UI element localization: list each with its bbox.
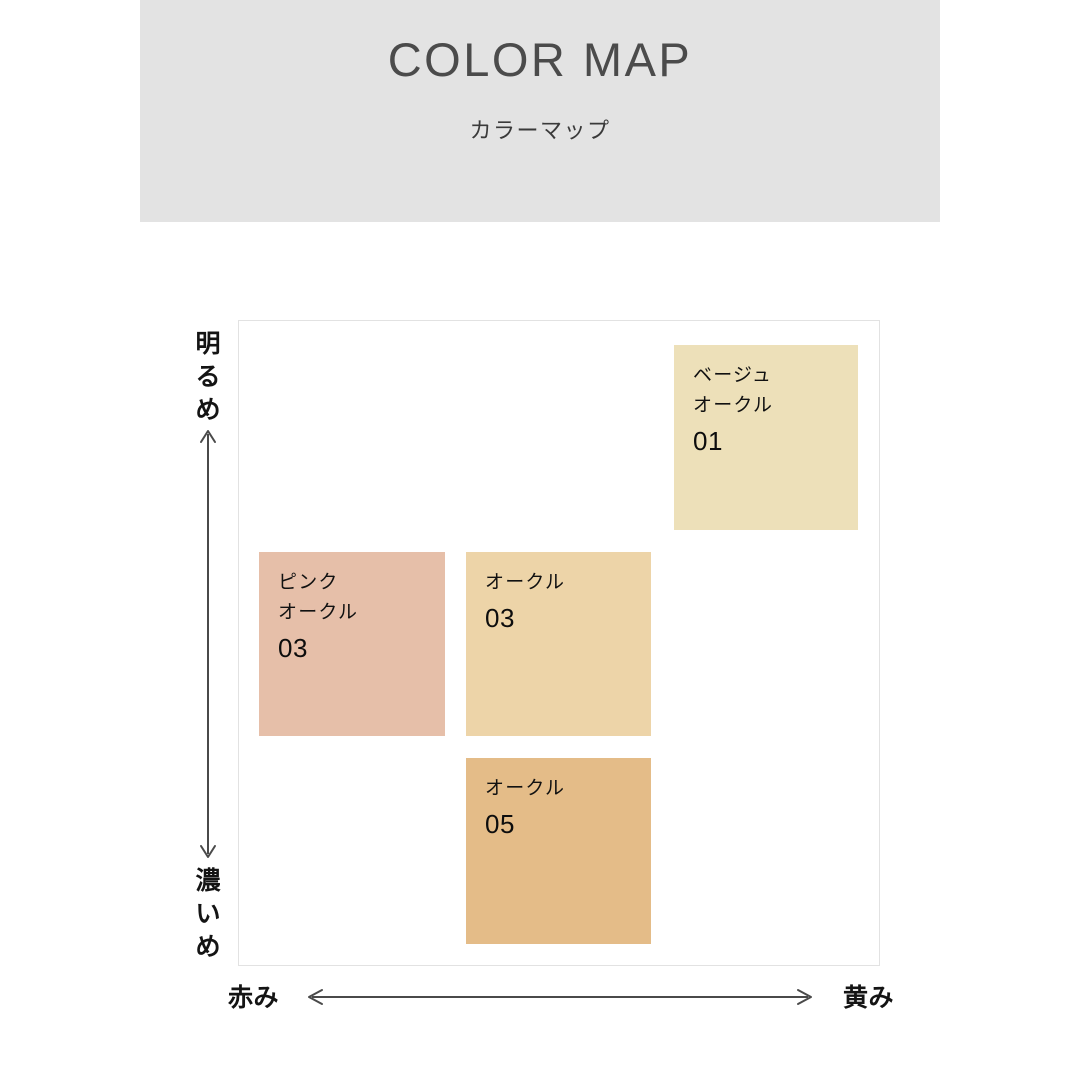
swatch-name-line: ピンク [278, 572, 339, 593]
y-axis-top-label: 明るめ [182, 328, 234, 427]
swatch-number: 03 [278, 633, 308, 663]
swatch-name-line: ベージュ [693, 365, 773, 386]
swatch-name-line: オークル [485, 572, 566, 593]
y-axis: 明るめ 濃いめ [182, 320, 234, 966]
swatch-label: オークル 05 [485, 774, 565, 842]
page-title: COLOR MAP [387, 33, 693, 86]
x-axis-right-label: 黄み [842, 984, 894, 1012]
y-axis-bottom-label: 濃いめ [182, 865, 234, 964]
vertical-double-arrow-icon [199, 428, 217, 860]
color-swatch[interactable]: ピンクオークル 03 [259, 552, 445, 736]
x-axis-left-label: 赤み [228, 984, 280, 1012]
swatch-name-line: オークル [693, 395, 774, 416]
swatch-number: 05 [485, 809, 515, 839]
y-axis-label-char: 明 [195, 330, 221, 358]
header-band: COLOR MAP カラーマップ [140, 0, 940, 222]
swatch-label: ピンクオークル 03 [278, 568, 358, 666]
swatch-number: 01 [693, 426, 723, 456]
horizontal-double-arrow-icon [306, 987, 814, 1007]
y-axis-label-char: め [195, 396, 221, 424]
page-subtitle: カラーマップ [469, 118, 611, 143]
color-swatch[interactable]: ベージュオークル 01 [674, 345, 858, 530]
y-axis-label-char: い [195, 900, 221, 928]
color-swatch[interactable]: オークル 05 [466, 758, 651, 944]
y-axis-label-char: る [195, 363, 221, 391]
swatch-label: オークル 03 [485, 568, 565, 636]
swatch-name-line: オークル [485, 778, 566, 799]
y-axis-label-char: 濃 [195, 867, 221, 895]
swatch-name-line: オークル [278, 602, 359, 623]
color-swatch[interactable]: オークル 03 [466, 552, 651, 736]
swatch-number: 03 [485, 603, 515, 633]
y-axis-label-char: め [195, 933, 221, 961]
swatch-label: ベージュオークル 01 [693, 361, 773, 459]
x-axis: 赤み 黄み [228, 975, 894, 1021]
